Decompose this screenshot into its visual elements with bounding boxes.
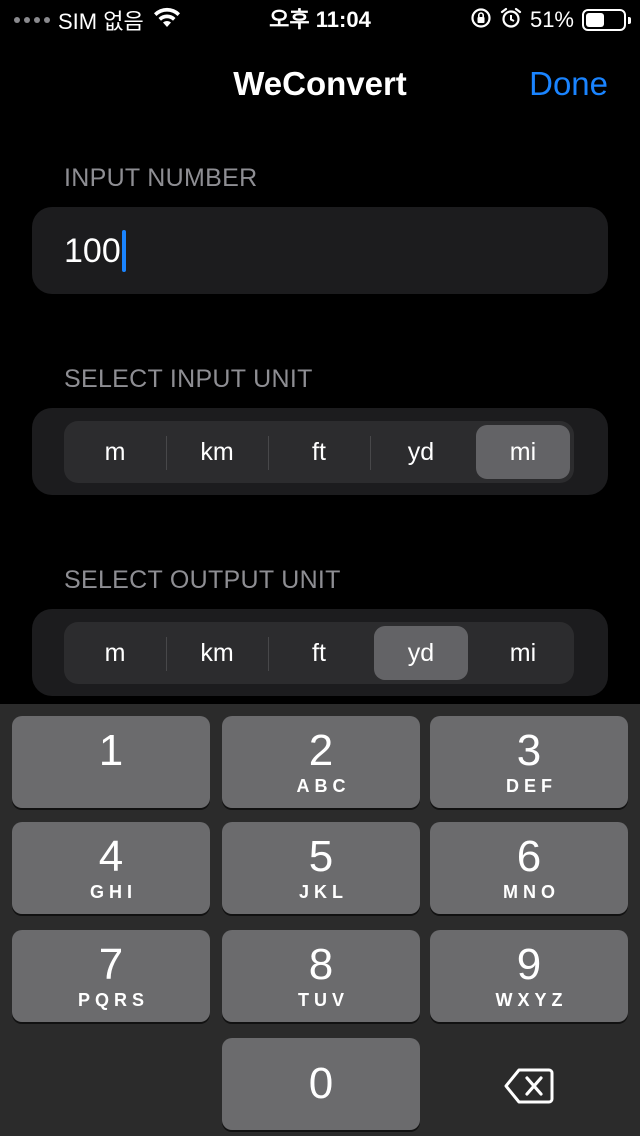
key-digit: 4 [98, 832, 124, 881]
key-letters: JKL [298, 882, 348, 902]
orientation-lock-icon [470, 7, 492, 34]
number-input[interactable]: 100 [64, 229, 126, 273]
key-letters: ABC [296, 776, 351, 796]
key-2[interactable]: 2 ABC [222, 716, 420, 808]
key-1[interactable]: 1 [12, 716, 210, 808]
number-input-value: 100 [64, 231, 121, 270]
output-unit-card: m km ft yd mi [32, 609, 608, 696]
key-0[interactable]: 0 [222, 1038, 420, 1130]
input-unit-label: SELECT INPUT UNIT [64, 365, 313, 393]
output-unit-segment-m[interactable]: m [68, 626, 162, 680]
segment-divider [370, 436, 371, 470]
input-unit-segment-km[interactable]: km [170, 425, 264, 479]
key-9[interactable]: 9 WXYZ [430, 930, 628, 1022]
delete-key[interactable] [430, 1044, 628, 1132]
key-6[interactable]: 6 MNO [430, 822, 628, 914]
key-digit: 2 [308, 726, 334, 775]
segment-divider [166, 436, 167, 470]
status-right: 51% [470, 6, 631, 34]
screen: SIM 없음 오후 11:04 51% WeConvert Done INPUT… [0, 0, 640, 1136]
key-8[interactable]: 8 TUV [222, 930, 420, 1022]
input-unit-segment-m[interactable]: m [68, 425, 162, 479]
key-digit: 9 [516, 940, 542, 989]
output-unit-label: SELECT OUTPUT UNIT [64, 566, 341, 594]
key-digit: 1 [98, 726, 124, 775]
input-unit-segment-ft[interactable]: ft [272, 425, 366, 479]
output-unit-segment-ft[interactable]: ft [272, 626, 366, 680]
key-digit: 8 [308, 940, 334, 989]
battery-percent: 51% [529, 7, 574, 32]
alarm-icon [500, 7, 522, 34]
input-unit-segmented-control[interactable]: m km ft yd mi [64, 421, 574, 483]
input-unit-card: m km ft yd mi [32, 408, 608, 495]
key-5[interactable]: 5 JKL [222, 822, 420, 914]
backspace-icon [504, 1067, 554, 1110]
key-digit: 0 [308, 1059, 334, 1108]
key-letters: GHI [89, 882, 137, 902]
key-letters: DEF [506, 776, 557, 796]
input-unit-segment-mi[interactable]: mi [476, 425, 570, 479]
battery-icon [582, 9, 631, 31]
segment-divider [268, 436, 269, 470]
number-pad: 1 2 ABC 3 DEF 4 GHI 5 JKL 6 MNO 7 PQRS 8 TUV 9 WXYZ 0 [0, 704, 640, 1136]
input-unit-segment-yd[interactable]: yd [374, 425, 468, 479]
status-bar: SIM 없음 오후 11:04 51% [0, 0, 640, 40]
key-4[interactable]: 4 GHI [12, 822, 210, 914]
output-unit-segment-km[interactable]: km [170, 626, 264, 680]
key-letters: TUV [298, 990, 349, 1010]
done-button[interactable]: Done [529, 64, 608, 104]
output-unit-segment-mi[interactable]: mi [476, 626, 570, 680]
text-caret [121, 230, 126, 272]
segment-divider [166, 637, 167, 671]
segment-divider [268, 637, 269, 671]
key-digit: 7 [98, 940, 124, 989]
key-digit: 3 [516, 726, 542, 775]
key-letters: WXYZ [495, 990, 568, 1010]
key-3[interactable]: 3 DEF [430, 716, 628, 808]
output-unit-segment-yd[interactable]: yd [374, 626, 468, 680]
key-letters: MNO [503, 882, 560, 902]
key-digit: 5 [308, 832, 334, 881]
output-unit-segmented-control[interactable]: m km ft yd mi [64, 622, 574, 684]
key-letters: PQRS [77, 990, 149, 1010]
input-number-label: INPUT NUMBER [64, 164, 258, 192]
key-digit: 6 [516, 832, 542, 881]
key-7[interactable]: 7 PQRS [12, 930, 210, 1022]
